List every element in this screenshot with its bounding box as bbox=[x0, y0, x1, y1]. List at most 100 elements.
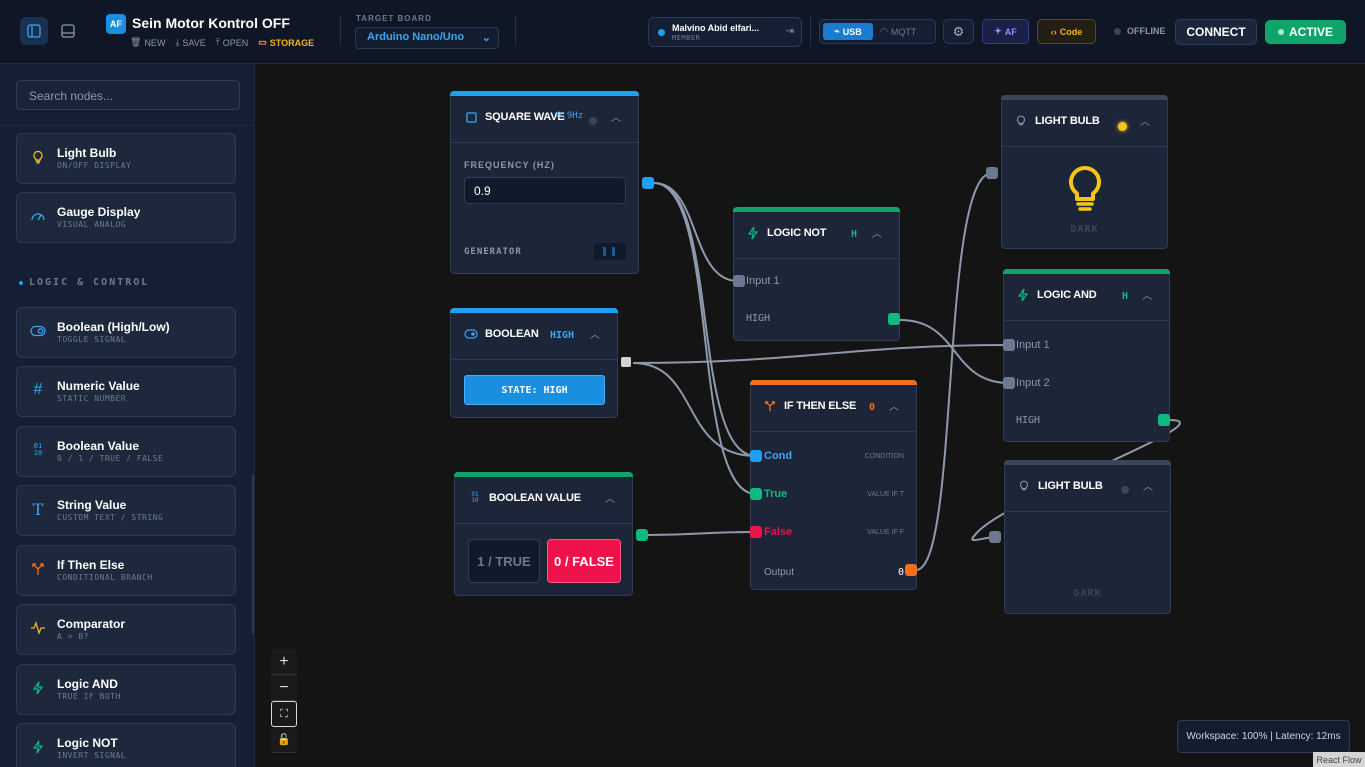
sidebar-item-logic-not[interactable]: Logic NOT INVERT SIGNAL bbox=[16, 723, 236, 767]
output-port[interactable] bbox=[621, 357, 631, 367]
output-port[interactable] bbox=[888, 313, 900, 325]
lock-icon: 🔓 bbox=[277, 734, 291, 746]
settings-button[interactable]: ⚙ bbox=[943, 19, 974, 44]
node-if-then-else[interactable]: IF THEN ELSE 0 ︿ Cond CONDITION True VAL… bbox=[750, 380, 917, 590]
output-port[interactable] bbox=[1158, 414, 1170, 426]
node-boolean[interactable]: BOOLEAN HIGH ︿ STATE: HIGH bbox=[450, 308, 618, 418]
bulb-status-dot bbox=[1121, 486, 1129, 494]
frequency-badge: 0.9Hz bbox=[556, 111, 584, 121]
wave-icon bbox=[29, 619, 47, 637]
bulb-status-dot bbox=[1118, 122, 1127, 131]
output-badge: H bbox=[1122, 291, 1129, 302]
zoom-out-button[interactable]: − bbox=[271, 675, 297, 701]
output-port[interactable] bbox=[636, 529, 648, 541]
input-port[interactable] bbox=[733, 275, 745, 287]
sidebar-item-numeric-value[interactable]: # Numeric Value STATIC NUMBER bbox=[16, 366, 236, 417]
connection-status: OFFLINE bbox=[1127, 26, 1166, 36]
new-button[interactable]: 🗑 NEW bbox=[130, 37, 165, 48]
zoom-in-button[interactable]: + bbox=[271, 649, 297, 675]
user-role: MEMBER bbox=[672, 34, 701, 42]
bulb-icon bbox=[1017, 479, 1031, 493]
user-status-dot bbox=[658, 29, 665, 36]
bolt-icon bbox=[1016, 288, 1030, 302]
false-input-port[interactable] bbox=[750, 526, 762, 538]
active-button[interactable]: ACTIVE bbox=[1265, 20, 1346, 44]
collapse-chevron-icon[interactable]: ︿ bbox=[872, 225, 882, 240]
input-1-port[interactable] bbox=[1003, 339, 1015, 351]
true-input-port[interactable] bbox=[750, 488, 762, 500]
divider bbox=[0, 125, 254, 126]
sidebar-item-logic-and[interactable]: Logic AND TRUE IF BOTH bbox=[16, 664, 236, 715]
lock-button[interactable]: 🔓 bbox=[271, 727, 297, 753]
storage-button[interactable]: ▭ STORAGE bbox=[258, 37, 314, 48]
chevron-down-icon: ⌄ bbox=[481, 32, 491, 44]
collapse-chevron-icon[interactable]: ︿ bbox=[590, 326, 600, 341]
top-header: AF Sein Motor Kontrol OFF 🗑 NEW ⤓ SAVE ⤒ OP… bbox=[0, 0, 1365, 64]
sidebar-item-boolean-value[interactable]: 01 10 Boolean Value 0 / 1 / TRUE / FALSE bbox=[16, 426, 236, 477]
toggle-icon bbox=[29, 322, 47, 340]
node-light-bulb-1[interactable]: LIGHT BULB ︿ DARK bbox=[1001, 95, 1168, 249]
collapse-chevron-icon[interactable]: ︿ bbox=[1140, 113, 1150, 128]
bolt-icon bbox=[29, 679, 47, 697]
collapse-chevron-icon[interactable]: ︿ bbox=[611, 109, 621, 124]
sidebar-item-comparator[interactable]: Comparator A > B? bbox=[16, 604, 236, 655]
input-2-port[interactable] bbox=[1003, 377, 1015, 389]
sparkle-icon: ✦ bbox=[994, 26, 1002, 36]
output-badge: H bbox=[851, 229, 858, 240]
mqtt-button[interactable]: ◠ MQTT bbox=[880, 23, 916, 40]
binary-icon: 01 10 bbox=[471, 491, 479, 504]
open-button[interactable]: ⤒ OPEN bbox=[216, 37, 249, 48]
sidebar-scrollbar[interactable] bbox=[252, 474, 254, 634]
node-light-bulb-2[interactable]: LIGHT BULB ︿ DARK bbox=[1004, 460, 1171, 614]
true-button[interactable]: 1 / TRUE bbox=[468, 539, 540, 583]
collapse-chevron-icon[interactable]: ︿ bbox=[889, 398, 899, 413]
sidebar-icon bbox=[27, 24, 41, 38]
user-profile[interactable]: Malvino Abid elfari... MEMBER ⇥ bbox=[648, 17, 802, 47]
input-port[interactable] bbox=[989, 531, 1001, 543]
state-toggle-button[interactable]: STATE: HIGH bbox=[464, 375, 605, 405]
output-port[interactable] bbox=[642, 177, 654, 189]
bolt-icon bbox=[746, 226, 760, 240]
collapse-chevron-icon[interactable]: ︿ bbox=[1142, 287, 1152, 302]
project-title[interactable]: Sein Motor Kontrol OFF bbox=[132, 15, 290, 31]
fit-view-button[interactable]: ⛶ bbox=[271, 701, 297, 727]
collapse-chevron-icon[interactable]: ︿ bbox=[1143, 478, 1153, 493]
active-dot bbox=[1277, 29, 1284, 35]
download-icon: ⤓ bbox=[175, 37, 180, 47]
target-board-label: TARGET BOARD bbox=[356, 14, 432, 23]
node-square-wave[interactable]: SQUARE WAVE 0.9Hz ︿ FREQUENCY (HZ) 0.9 G… bbox=[450, 91, 639, 274]
binary-icon: 01 10 bbox=[33, 442, 43, 457]
connect-button[interactable]: CONNECT bbox=[1175, 19, 1257, 45]
search-input[interactable]: Search nodes... bbox=[16, 80, 240, 110]
divider bbox=[515, 16, 516, 46]
sidebar-item-light-bulb[interactable]: Light Bulb ON/OFF DISPLAY bbox=[16, 133, 236, 184]
ai-assistant-button[interactable]: ✦ AF bbox=[982, 19, 1029, 44]
sidebar-item-gauge-display[interactable]: Gauge Display VISUAL ANALOG bbox=[16, 192, 236, 243]
status-dot bbox=[589, 117, 597, 125]
output-port[interactable] bbox=[905, 564, 917, 576]
fit-view-icon: ⛶ bbox=[280, 707, 288, 720]
false-button[interactable]: 0 / FALSE bbox=[547, 539, 621, 583]
logout-icon[interactable]: ⇥ bbox=[786, 26, 794, 37]
divider bbox=[810, 16, 811, 46]
sidebar-item-if-then-else[interactable]: If Then Else CONDITIONAL BRANCH bbox=[16, 545, 236, 596]
sidebar-toggle-button[interactable] bbox=[20, 17, 48, 45]
collapse-chevron-icon[interactable]: ︿ bbox=[605, 490, 615, 505]
bottom-panel-toggle-button[interactable] bbox=[54, 17, 82, 45]
frequency-input[interactable]: 0.9 bbox=[464, 177, 626, 204]
node-logic-and[interactable]: LOGIC AND H ︿ Input 1 Input 2 HIGH bbox=[1003, 269, 1170, 442]
node-boolean-value[interactable]: 01 10 BOOLEAN VALUE ︿ 1 / TRUE 0 / FALSE bbox=[454, 472, 633, 596]
sidebar-item-boolean-high-low[interactable]: Boolean (High/Low) TOGGLE SIGNAL bbox=[16, 307, 236, 358]
node-logic-not[interactable]: LOGIC NOT H ︿ Input 1 HIGH bbox=[733, 207, 900, 341]
target-board-select[interactable]: Arduino Nano/Uno ⌄ bbox=[355, 27, 499, 49]
code-icon: ‹› bbox=[1050, 26, 1057, 37]
code-button[interactable]: ‹› Code bbox=[1037, 19, 1096, 44]
react-flow-attribution[interactable]: React Flow bbox=[1313, 752, 1365, 767]
cond-input-port[interactable] bbox=[750, 450, 762, 462]
save-button[interactable]: ⤓ SAVE bbox=[175, 37, 205, 48]
app-logo: AF bbox=[106, 14, 126, 34]
sidebar-item-string-value[interactable]: T String Value CUSTOM TEXT / STRING bbox=[16, 485, 236, 536]
input-port[interactable] bbox=[986, 167, 998, 179]
usb-button[interactable]: ⌁ USB bbox=[823, 23, 873, 40]
usb-icon: ⌁ bbox=[834, 26, 840, 36]
